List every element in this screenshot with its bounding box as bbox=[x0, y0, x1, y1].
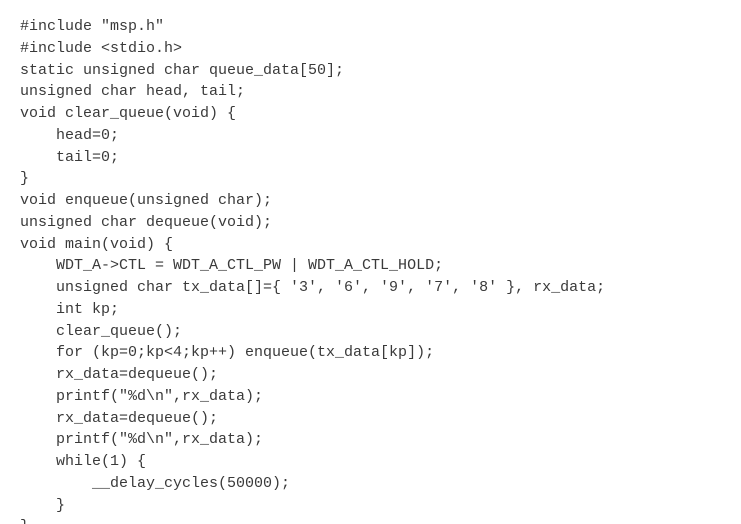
code-block: #include "msp.h" #include <stdio.h> stat… bbox=[0, 0, 741, 524]
